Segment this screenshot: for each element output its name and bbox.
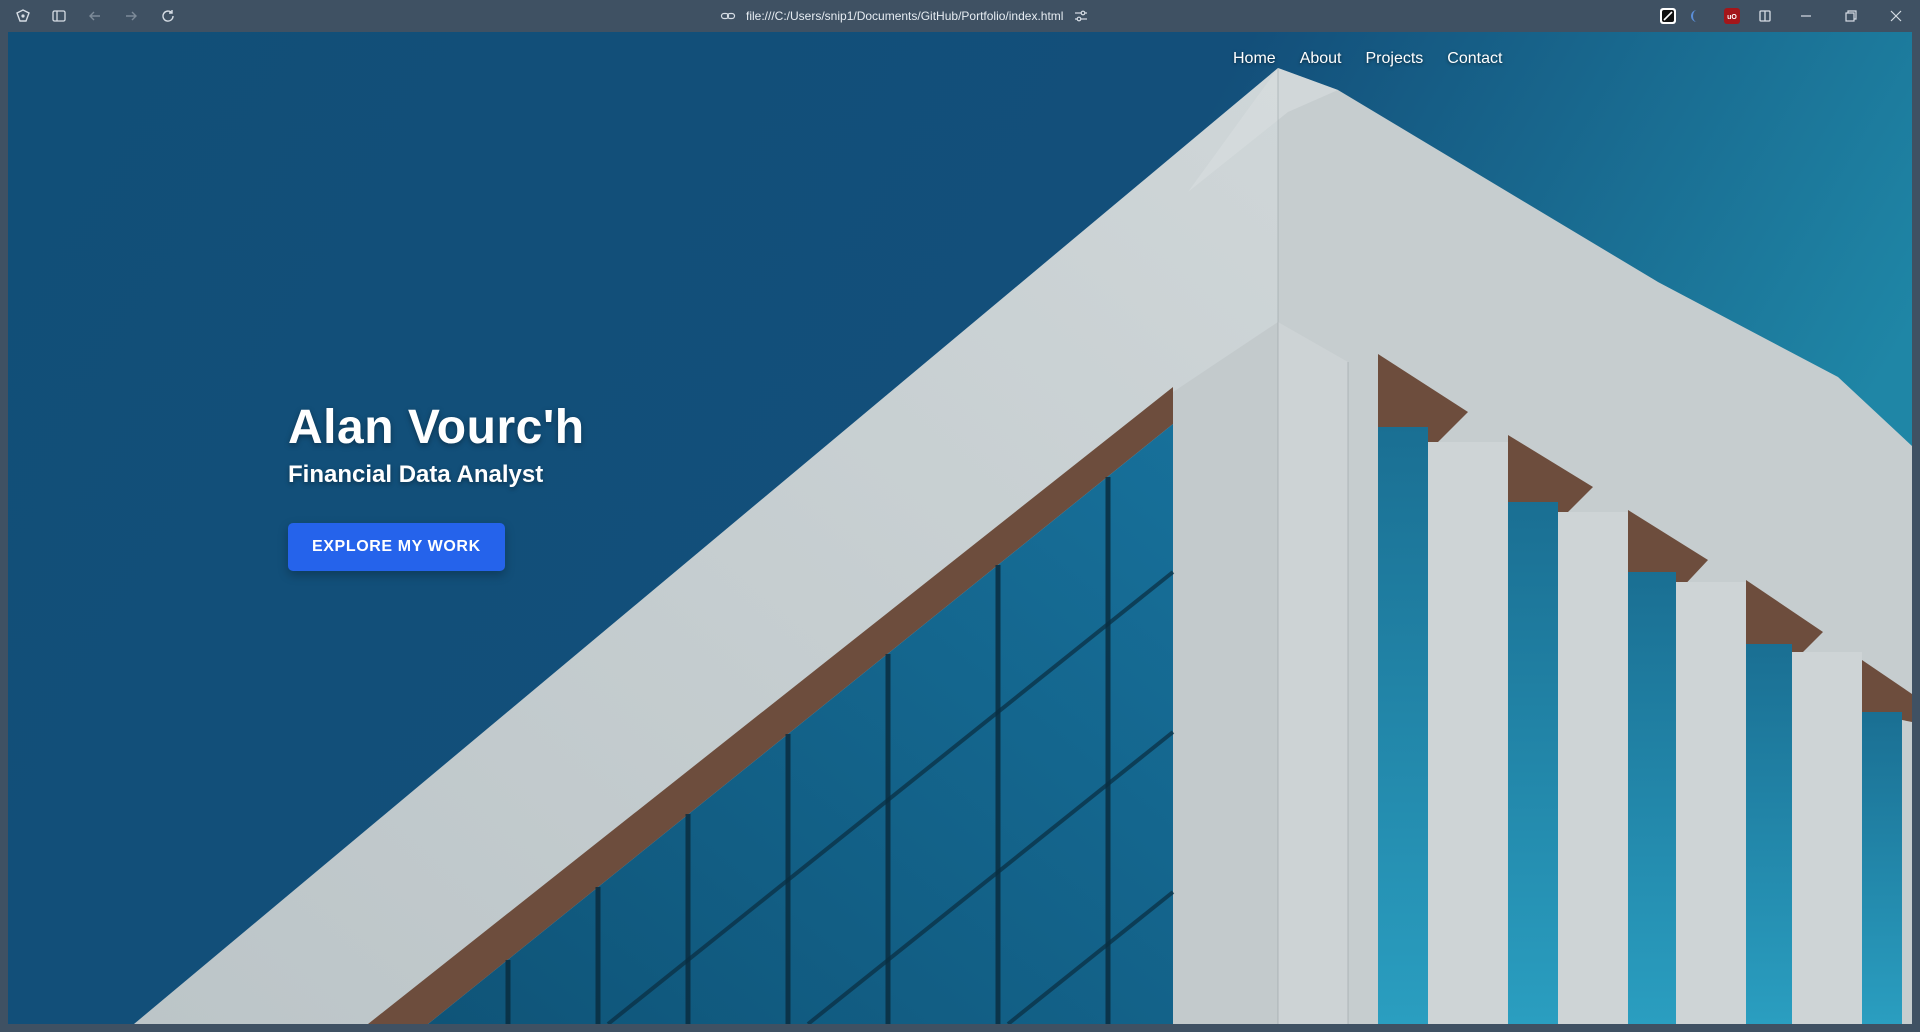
sliders-icon[interactable] <box>1073 8 1089 24</box>
extension-icon[interactable] <box>1660 8 1676 24</box>
restore-icon[interactable] <box>1838 4 1864 28</box>
panel-toggle-icon[interactable] <box>46 4 72 28</box>
close-icon[interactable] <box>1883 4 1909 28</box>
site-nav: Home About Projects Contact <box>1233 50 1502 68</box>
reload-icon[interactable] <box>155 4 181 28</box>
nav-link-home[interactable]: Home <box>1233 50 1276 68</box>
forward-arrow-icon[interactable] <box>118 4 144 28</box>
link-icon <box>720 8 736 24</box>
hero-name: Alan Vourc'h <box>288 401 585 454</box>
window-border <box>0 1024 1920 1032</box>
svg-text:uO: uO <box>1727 14 1737 21</box>
extension-icon[interactable] <box>1688 8 1704 24</box>
page-viewport: Home About Projects Contact Alan Vourc'h… <box>8 32 1912 1024</box>
nav-link-projects[interactable]: Projects <box>1366 50 1424 68</box>
explore-my-work-button[interactable]: EXPLORE MY WORK <box>288 523 505 571</box>
split-view-icon[interactable] <box>1752 4 1778 28</box>
hero-section: Alan Vourc'h Financial Data Analyst EXPL… <box>288 400 585 571</box>
browser-toolbar: file:///C:/Users/snip1/Documents/GitHub/… <box>0 0 1920 32</box>
hero-role: Financial Data Analyst <box>288 461 544 488</box>
minimize-icon[interactable] <box>1793 4 1819 28</box>
nav-link-contact[interactable]: Contact <box>1447 50 1502 68</box>
ublock-icon[interactable]: uO <box>1724 8 1740 24</box>
vivaldi-menu-icon[interactable] <box>10 4 36 28</box>
back-arrow-icon[interactable] <box>82 4 108 28</box>
url-text[interactable]: file:///C:/Users/snip1/Documents/GitHub/… <box>746 9 1063 23</box>
address-bar[interactable]: file:///C:/Users/snip1/Documents/GitHub/… <box>720 4 1140 28</box>
nav-link-about[interactable]: About <box>1300 50 1342 68</box>
